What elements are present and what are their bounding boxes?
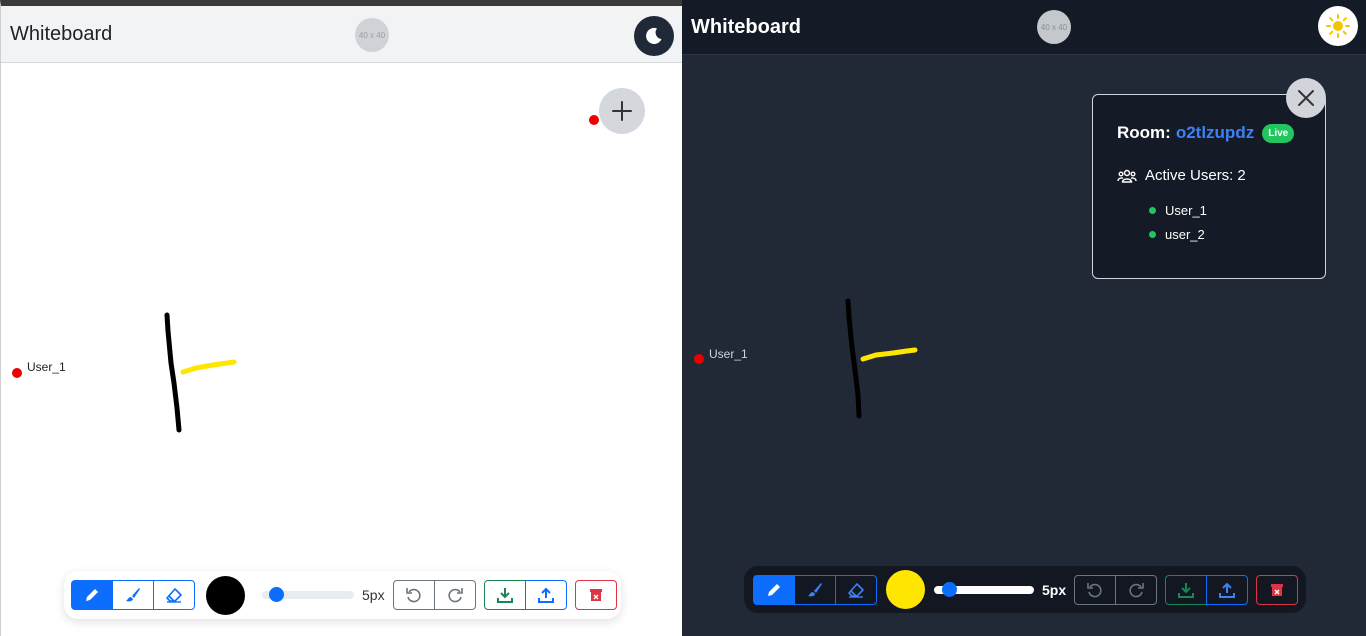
brush-tool-button[interactable] [112,580,154,610]
redo-button[interactable] [433,580,476,610]
black-stroke [164,312,182,433]
close-icon [1298,90,1314,106]
upload-button[interactable] [524,580,567,610]
app-header: Whiteboard 40 x 40 [1,6,682,63]
redo-icon [448,588,463,603]
drawing-toolbar: 5px [744,566,1306,613]
trash-icon [1271,583,1284,596]
moon-icon [646,27,662,44]
plus-icon [612,101,632,121]
slider-thumb[interactable] [942,581,957,597]
brush-size-label: 5px [1042,581,1067,598]
black-stroke [845,298,862,419]
live-status-badge: Live [1262,123,1295,143]
io-group [483,580,567,610]
io-group [1165,574,1249,605]
drawing-toolbar: 5px [64,571,621,619]
download-icon [496,588,513,603]
user-list: User_1 user_2 [1149,198,1325,246]
active-users-count: 2 [1237,167,1246,184]
remote-cursor-dot [12,368,22,378]
sun-icon [1326,14,1350,38]
users-icon [1117,169,1137,183]
trash-icon [589,589,602,601]
whiteboard-light-window: Whiteboard 40 x 40 User_1 5px [0,0,682,636]
whiteboard-dark-window: Whiteboard 40 x 40 User_1 Room: o2tlzupd… [682,0,1366,636]
avatar-placeholder: 40 x 40 [1037,10,1071,44]
room-label: Room: [1117,123,1171,142]
remote-cursor-label: User_1 [27,360,66,374]
pencil-icon [768,583,780,596]
online-dot [1149,206,1156,214]
user-list-item: user_2 [1149,222,1325,246]
slider-thumb[interactable] [269,587,285,602]
history-group [1074,574,1158,605]
redo-icon [1129,582,1144,597]
undo-button[interactable] [1074,574,1117,605]
undo-icon [1087,582,1102,597]
room-id[interactable]: o2tlzupdz [1176,123,1254,143]
clear-canvas-button[interactable] [1256,574,1299,605]
active-users-label: Active Users: [1145,167,1234,184]
eraser-tool-button[interactable] [153,580,195,610]
yellow-stroke [860,347,918,362]
pencil-icon [86,589,98,601]
upload-icon [1219,582,1236,598]
brush-icon [126,588,140,602]
open-room-panel-button[interactable] [599,88,645,134]
upload-icon [537,587,554,603]
tool-group [71,580,195,610]
brush-size-slider[interactable] [934,581,1034,597]
download-button[interactable] [483,580,526,610]
download-button[interactable] [1165,574,1208,605]
canvas-strokes [164,312,237,433]
room-info-panel: Room: o2tlzupdz Live Active Users: 2 Use… [1092,94,1326,279]
theme-toggle-button[interactable] [634,16,674,56]
pencil-tool-button[interactable] [71,580,113,610]
close-room-panel-button[interactable] [1286,78,1326,118]
user-name: User_1 [1165,202,1207,218]
clear-canvas-button[interactable] [574,580,617,610]
active-users-row: Active Users: 2 [1117,167,1325,184]
pencil-tool-button[interactable] [753,574,795,605]
download-icon [1178,582,1195,598]
drawing-canvas[interactable]: User_1 [1,63,682,636]
remote-cursor-label: User_1 [709,347,748,361]
cursor-dot [589,115,599,125]
eraser-icon [166,588,182,603]
user-name: user_2 [1165,226,1205,242]
yellow-stroke [180,359,237,375]
color-picker[interactable] [206,575,245,615]
app-header: Whiteboard 40 x 40 [682,0,1366,55]
app-title: Whiteboard [10,22,113,45]
eraser-tool-button[interactable] [835,574,877,605]
upload-button[interactable] [1206,574,1249,605]
brush-size-slider[interactable] [262,587,354,602]
remote-cursor-dot [694,354,704,364]
color-picker[interactable] [886,570,925,609]
theme-toggle-button[interactable] [1318,6,1358,46]
redo-button[interactable] [1115,574,1158,605]
online-dot [1149,230,1156,238]
avatar-placeholder: 40 x 40 [355,18,389,52]
undo-icon [405,588,421,603]
history-group [392,580,476,610]
app-title: Whiteboard [691,15,801,38]
brush-icon [808,582,822,596]
brush-tool-button[interactable] [794,574,836,605]
user-list-item: User_1 [1149,198,1325,222]
eraser-icon [848,582,864,598]
undo-button[interactable] [392,580,435,610]
room-title-row: Room: o2tlzupdz Live [1117,123,1325,143]
brush-size-label: 5px [362,587,385,603]
tool-group [753,574,877,605]
